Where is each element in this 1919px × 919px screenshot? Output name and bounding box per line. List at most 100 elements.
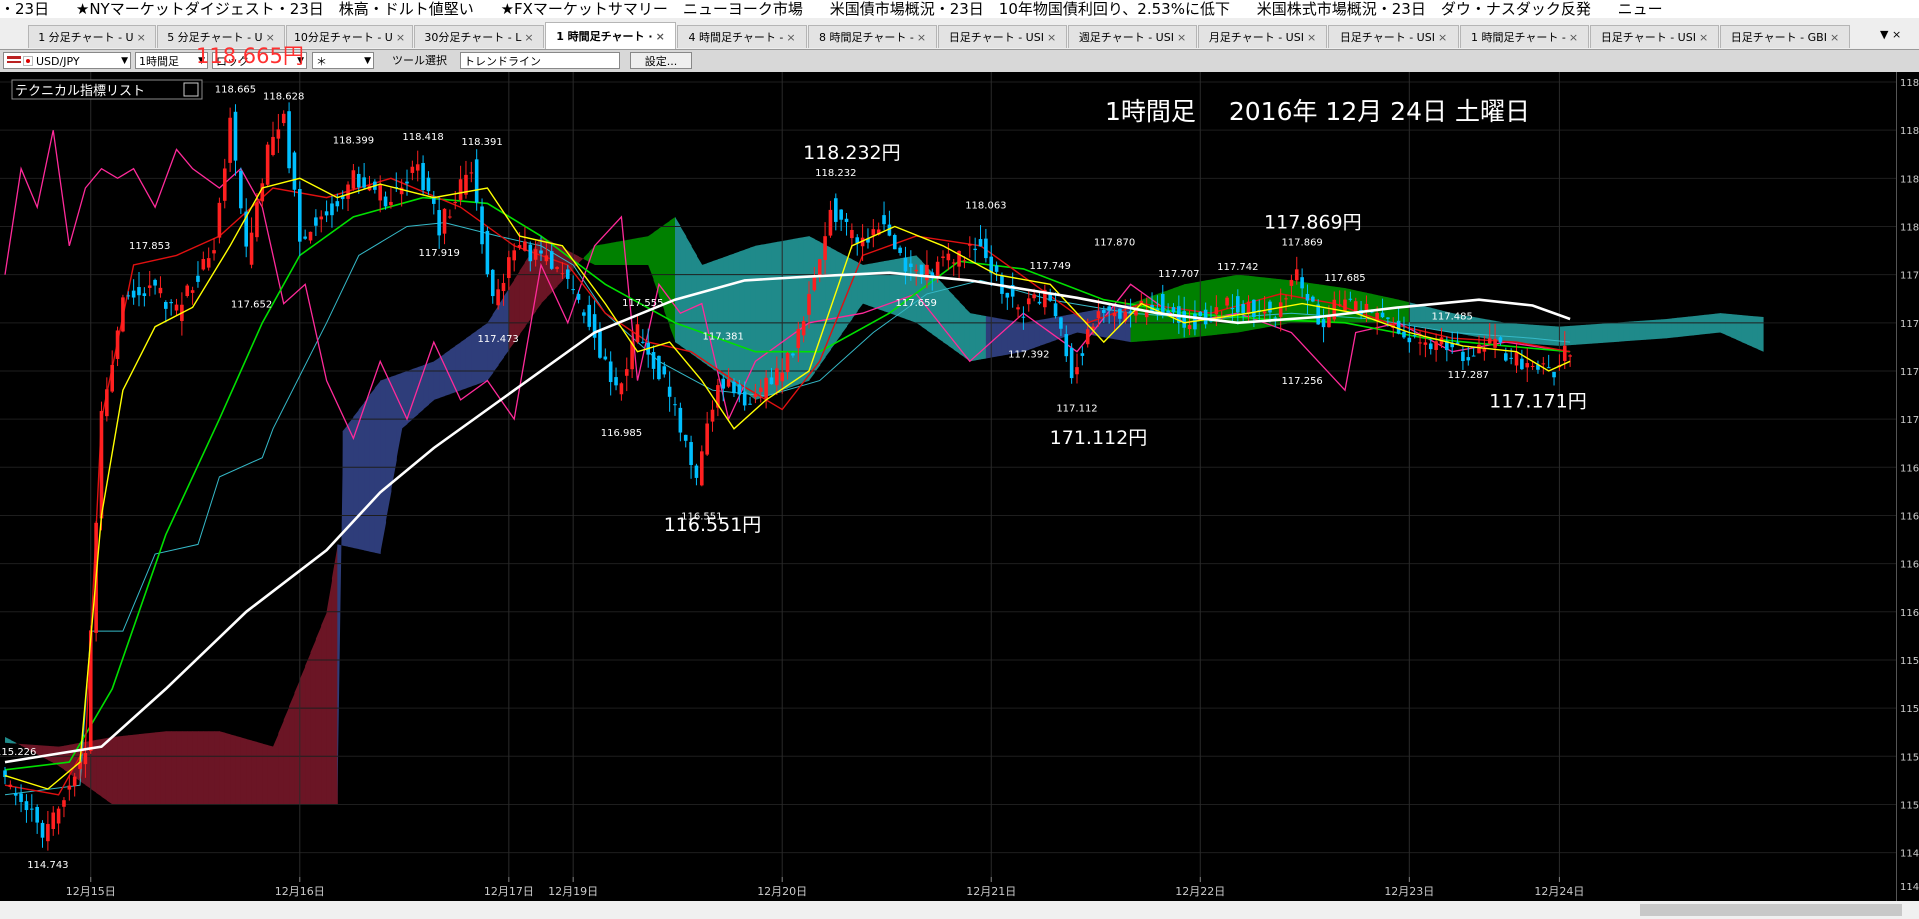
tab-close-icon[interactable]: ×	[1699, 31, 1708, 44]
tab-label: 週足チャート - USI	[1078, 31, 1174, 44]
tab-close-icon[interactable]: ×	[1177, 31, 1186, 44]
candle-body	[1487, 338, 1492, 344]
candle-body	[1434, 341, 1438, 350]
ichimoku-cloud-segment	[139, 733, 145, 805]
scrollbar-thumb[interactable]	[1640, 904, 1902, 916]
candle-body	[169, 302, 173, 304]
ticker-item[interactable]: 米国株式市場概況・23日 ダウ・ナスダック反発	[1257, 0, 1591, 18]
candle-body	[190, 290, 195, 293]
candle-body	[1262, 311, 1267, 314]
candle-body	[212, 250, 216, 254]
candle-body	[485, 230, 490, 275]
candle-body	[635, 324, 640, 343]
candle-body	[1375, 312, 1379, 321]
horizontal-scrollbar[interactable]	[0, 901, 1919, 919]
tab-close-icon[interactable]: ×	[1307, 31, 1316, 44]
candle-body	[1552, 371, 1556, 378]
settings-button[interactable]: 設定...	[630, 52, 692, 69]
ticker-item[interactable]: ・23日	[0, 0, 49, 18]
candle-body	[346, 184, 350, 199]
candle-body	[421, 162, 425, 190]
chart-tab[interactable]: 月足チャート - USI ×	[1198, 25, 1327, 48]
chart-tab[interactable]: 10分足チャート - U ×	[286, 25, 413, 48]
ichimoku-cloud-segment	[1291, 280, 1298, 323]
candle-body	[571, 289, 575, 291]
price-extreme-label: 117.473	[477, 334, 518, 345]
drawing-tool-field[interactable]: トレンドライン	[460, 52, 620, 69]
tab-close-icon[interactable]: ×	[1047, 31, 1056, 44]
tab-close-icon[interactable]: ×	[917, 31, 926, 44]
tab-close-icon[interactable]: ×	[1438, 31, 1447, 44]
candle-body	[437, 210, 441, 236]
candle-body	[121, 297, 125, 332]
candle-body	[539, 250, 543, 254]
candle-body	[8, 784, 13, 787]
candle-body	[1085, 329, 1090, 345]
candle-body	[1402, 331, 1406, 338]
candle-body	[828, 209, 833, 236]
ichimoku-cloud-segment	[792, 238, 799, 387]
chart-tab[interactable]: 週足チャート - USI ×	[1068, 25, 1197, 48]
tab-list-menu[interactable]: ▼ ×	[1880, 28, 1901, 41]
ichimoku-cloud-segment	[289, 692, 295, 805]
candle-body	[1016, 307, 1020, 310]
candle-body	[249, 232, 254, 265]
chart-tab[interactable]: 1 時間足チャート · ×	[545, 22, 676, 49]
candle-body	[1102, 310, 1106, 313]
ichimoku-cloud-segment	[165, 731, 172, 805]
chart-tab[interactable]: 4 時間足チャート - ×	[677, 25, 807, 48]
ichimoku-cloud-segment	[1629, 321, 1635, 341]
ichimoku-cloud-segment	[1537, 325, 1544, 345]
chart-tab[interactable]: 日足チャート - USI ×	[1328, 25, 1459, 48]
price-extreme-label: 117.112	[1056, 404, 1097, 415]
candle-body	[1311, 296, 1315, 302]
ichimoku-cloud-segment	[219, 731, 226, 805]
ichimoku-cloud-segment	[471, 330, 478, 387]
ticker-item[interactable]: 米国債市場概況・23日 10年物国債利回り、2.53%に低下	[830, 0, 1230, 18]
candle-body	[147, 285, 152, 288]
price-chart[interactable]: 115.226 114.743 117.853 118.665 117.652 118.6…	[0, 72, 1919, 901]
ticker-item[interactable]: ★NYマーケットダイジェスト・23日 株高・ドルト値堅い	[76, 0, 474, 18]
candle-body	[812, 276, 817, 291]
ichimoku-cloud-segment	[616, 240, 622, 266]
candle-body	[753, 394, 758, 398]
price-extreme-label: 118.418	[402, 132, 443, 143]
price-extreme-label: 118.391	[461, 137, 502, 148]
news-ticker[interactable]: ・23日 ★NYマーケットダイジェスト・23日 株高・ドルト値堅い ★FXマーケ…	[0, 0, 1919, 18]
chart-tab[interactable]: 8 時間足チャート - ×	[808, 25, 937, 48]
tab-close-icon[interactable]: ×	[524, 31, 533, 44]
tab-close-icon[interactable]: ×	[1569, 31, 1578, 44]
tab-close-icon[interactable]: ×	[786, 31, 795, 44]
candle-body	[490, 269, 495, 297]
tab-close-icon[interactable]: ×	[137, 31, 146, 44]
chart-tab[interactable]: 日足チャート - USI ×	[938, 25, 1067, 48]
candle-body	[239, 170, 243, 209]
candle-body	[83, 752, 88, 765]
panel-collapse-icon[interactable]	[183, 82, 199, 97]
ichimoku-cloud-segment	[696, 255, 703, 362]
candle-body	[1364, 303, 1369, 311]
ticker-item[interactable]: ニュー	[1618, 0, 1663, 18]
tab-label: 8 時間足チャート -	[818, 31, 914, 44]
ichimoku-cloud-segment	[857, 262, 864, 312]
currency-pair-select[interactable]: USD/JPY ▼	[3, 52, 131, 69]
chart-tab[interactable]: 日足チャート - USI ×	[1590, 25, 1719, 48]
candle-body	[678, 407, 683, 433]
chart-tab[interactable]: 30分足チャート - L ×	[414, 25, 544, 48]
ichimoku-cloud-segment	[192, 731, 199, 805]
candle-body	[1498, 337, 1503, 343]
candle-body	[319, 216, 324, 220]
ichimoku-cloud-segment	[943, 284, 949, 346]
chart-tab[interactable]: 1 分足チャート - U ×	[28, 25, 156, 48]
candle-body	[201, 259, 206, 270]
ichimoku-cloud-segment	[632, 238, 638, 266]
marker-select[interactable]: ＊ ▼	[312, 52, 374, 69]
technical-indicator-panel[interactable]: テクニカル指標リスト	[11, 79, 203, 100]
tab-close-icon[interactable]: ×	[396, 31, 405, 44]
tab-close-icon[interactable]: ×	[1830, 31, 1839, 44]
ichimoku-cloud-segment	[1677, 317, 1684, 338]
tab-close-icon[interactable]: ×	[656, 30, 665, 43]
ticker-item[interactable]: ★FXマーケットサマリー ニューヨーク市場	[501, 0, 803, 18]
chart-tab[interactable]: 1 時間足チャート - ×	[1460, 25, 1589, 48]
chart-tab[interactable]: 日足チャート - GBI ×	[1720, 25, 1850, 48]
